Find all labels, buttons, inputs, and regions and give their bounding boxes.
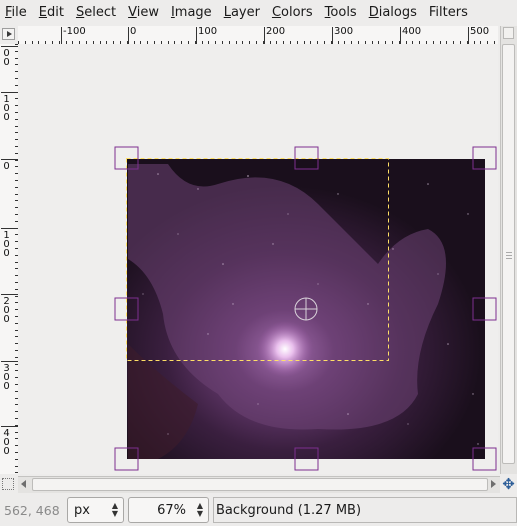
vertical-scroll-thumb[interactable]	[502, 44, 515, 464]
unit-selector[interactable]: px ▲ ▼	[67, 497, 124, 523]
menu-label: iew	[136, 5, 159, 20]
menu-edit[interactable]: Edit	[33, 0, 70, 25]
ruler-label: 300	[334, 26, 354, 37]
ruler-major-tick	[1, 92, 18, 93]
ruler-major-tick	[196, 27, 197, 44]
ruler-label: 200	[3, 296, 10, 325]
statusbar: 562, 468 px ▲ ▼ 67% ▲ ▼ Background (1.27 M…	[0, 494, 517, 526]
menu-mnemonic: V	[128, 5, 137, 20]
scroll-right-arrow-icon[interactable]	[491, 480, 496, 488]
ruler-label: 100	[3, 94, 10, 123]
menu-label: dit	[47, 5, 64, 20]
ruler-major-tick	[1, 159, 18, 160]
ruler-label: -100	[63, 26, 86, 37]
ruler-label: 0	[130, 26, 137, 37]
layer-info-text: Background (1.27 MB)	[216, 503, 362, 518]
menu-mnemonic: D	[368, 5, 379, 20]
horizontal-scroll-thumb[interactable]	[32, 478, 488, 491]
ruler-label: 400	[402, 26, 422, 37]
menu-view[interactable]: View	[122, 0, 165, 25]
layer-info-panel: Background (1.27 MB)	[213, 497, 517, 523]
menu-mnemonic: C	[271, 5, 282, 20]
menu-layer[interactable]: Layer	[218, 0, 266, 25]
menu-mnemonic: E	[38, 5, 47, 20]
quick-mask-menu-button[interactable]	[2, 28, 15, 40]
menu-file[interactable]: File	[0, 0, 33, 25]
horizontal-ruler[interactable]: -100 0 100 200 300 400 500	[18, 26, 498, 45]
menu-image[interactable]: Image	[165, 0, 218, 25]
ruler-major-tick	[264, 27, 265, 44]
ruler-major-tick	[1, 46, 18, 47]
menu-mnemonic: S	[75, 5, 85, 20]
menu-label: ools	[330, 5, 357, 20]
ruler-label: 0	[3, 161, 10, 172]
center-crosshair-icon[interactable]	[294, 297, 318, 321]
zoom-dropdown-icon[interactable]: ▲ ▼	[197, 502, 203, 518]
image-canvas[interactable]	[18, 44, 498, 474]
bright-star	[257, 321, 313, 377]
menu-filters[interactable]: Filters	[423, 0, 474, 25]
unit-value: px	[74, 503, 90, 518]
menu-tools[interactable]: Tools	[319, 0, 363, 25]
menu-colors[interactable]: Colors	[266, 0, 319, 25]
ruler-label: 100	[3, 230, 10, 259]
ruler-label: 00	[3, 48, 10, 68]
ruler-major-tick	[128, 27, 129, 44]
ruler-label: 200	[266, 26, 286, 37]
menu-label: ile	[11, 5, 27, 20]
menu-mnemonic: L	[223, 5, 231, 20]
menu-label: mage	[174, 5, 212, 20]
menu-label: ayer	[230, 5, 260, 20]
menu-label: olors	[281, 5, 313, 20]
menubar: File Edit Select View Image Layer Colors Tools D…	[0, 0, 517, 25]
ruler-label: 500	[470, 26, 490, 37]
vertical-ruler[interactable]: 00 100 0 100 200 300 400	[0, 44, 19, 474]
zoom-fit-button[interactable]	[503, 27, 514, 39]
canvas-area[interactable]	[18, 44, 498, 474]
ruler-major-tick	[1, 426, 18, 427]
ruler-major-tick	[468, 27, 469, 44]
ruler-major-tick	[332, 27, 333, 44]
menu-select[interactable]: Select	[70, 0, 122, 25]
menu-dialogs[interactable]: Dialogs	[363, 0, 423, 25]
ruler-label: 400	[3, 428, 10, 457]
zoom-selector[interactable]: 67% ▲ ▼	[128, 497, 209, 523]
ruler-major-tick	[400, 27, 401, 44]
quick-mask-toggle-icon[interactable]	[2, 478, 14, 490]
unit-dropdown-icon[interactable]: ▲ ▼	[112, 502, 118, 518]
ruler-major-tick	[61, 27, 62, 44]
menu-label: Filters	[428, 5, 468, 20]
ruler-major-tick	[1, 361, 18, 362]
menu-label: ialogs	[378, 5, 417, 20]
pointer-coordinates: 562, 468	[4, 503, 60, 518]
scroll-left-arrow-icon[interactable]	[21, 480, 26, 488]
zoom-value: 67%	[157, 503, 186, 518]
ruler-major-tick	[1, 228, 18, 229]
ruler-label: 300	[3, 363, 10, 392]
navigate-icon[interactable]: ✥	[500, 476, 517, 493]
ruler-label: 100	[198, 26, 218, 37]
ruler-major-tick	[1, 294, 18, 295]
menu-label: elect	[84, 5, 117, 20]
